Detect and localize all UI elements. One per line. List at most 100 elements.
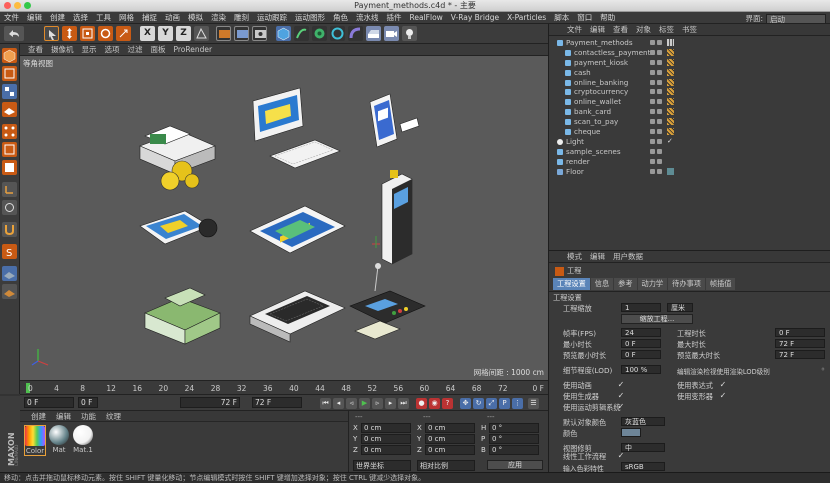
scale-value-field[interactable]: 1 [621,303,661,312]
input-profile-dropdown[interactable]: sRGB [621,462,665,471]
coord-size-field[interactable]: 0 cm [425,445,475,455]
attribute-menu-item[interactable]: 模式 [563,251,586,262]
menu-item[interactable]: 帮助 [596,12,619,23]
deformer-bend-icon[interactable] [348,26,363,41]
visibility-flags[interactable] [650,108,666,116]
timeline-ruler[interactable]: 0 F 0 4 8 12 16 20 24 28 32 36 40 44 48 52 56 60 64 68 72 [20,380,548,394]
visibility-flags[interactable] [650,128,666,136]
visibility-flags[interactable] [650,138,666,146]
z-axis-lock-icon[interactable]: Z [176,26,191,41]
xref-tag-icon[interactable] [667,78,674,86]
floor-environment-icon[interactable] [366,26,381,41]
autokey-icon[interactable]: ◉ [429,398,440,409]
menu-item[interactable]: 动画 [161,12,184,23]
enable-axis-icon[interactable] [2,182,17,197]
xref-tag-icon[interactable] [667,88,674,96]
menu-item[interactable]: 文件 [0,12,23,23]
coord-pos-field[interactable]: 0 cm [361,434,411,444]
object-tree-row[interactable]: payment_kiosk [549,58,830,68]
xref-tag-icon[interactable] [667,58,674,66]
menu-item[interactable]: 创建 [46,12,69,23]
viewport-menu-item[interactable]: 面板 [147,44,170,55]
step-forward-icon[interactable]: ▹ [372,398,383,409]
material-menu-item[interactable]: 纹理 [101,411,126,421]
menu-item[interactable]: RealFlow [406,13,447,22]
camera-icon[interactable] [384,26,399,41]
layout-dropdown[interactable]: 启动 [766,13,826,24]
lod-field[interactable]: 100 % [621,365,661,374]
menu-item[interactable]: 捕捉 [138,12,161,23]
texture-mode-icon[interactable] [2,84,17,99]
menu-item[interactable]: 插件 [383,12,406,23]
workplane-grid-icon[interactable] [2,266,17,281]
object-tree-row[interactable]: cheque [549,127,830,137]
attribute-menu-item[interactable]: 用户数据 [609,251,647,262]
material-swatch[interactable]: Mat [48,425,70,454]
menu-item[interactable]: 运动跟踪 [253,12,291,23]
object-menu-item[interactable]: 编辑 [586,24,609,35]
coord-pos-field[interactable]: 0 cm [361,445,411,455]
subdivision-surface-icon[interactable] [312,26,327,41]
attribute-tab[interactable]: 工程设置 [553,278,590,290]
coord-rot-field[interactable]: 0 ° [489,445,539,455]
color-swatch[interactable] [621,428,641,437]
menu-item[interactable]: 选择 [69,12,92,23]
key-pla-icon[interactable]: ⋮ [512,398,523,409]
render-settings-icon[interactable] [252,26,267,41]
coord-size-field[interactable]: 0 cm [425,434,475,444]
preview-min-field[interactable]: 0 F [621,350,661,359]
play-icon[interactable]: ▶ [359,398,370,409]
xref-tag-icon[interactable] [667,118,674,126]
coord-mode-dropdown[interactable]: 世界坐标 [353,460,411,471]
record-icon[interactable]: ● [416,398,427,409]
xref-tag-icon[interactable] [667,68,674,76]
edges-mode-icon[interactable] [2,142,17,157]
material-swatch[interactable]: Mat.1 [72,425,94,454]
menu-item[interactable]: 运动图形 [291,12,329,23]
key-rotation-icon[interactable]: ↻ [473,398,484,409]
key-scale-icon[interactable]: ⤢ [486,398,497,409]
attribute-menu-item[interactable]: 编辑 [586,251,609,262]
menu-item[interactable]: 脚本 [550,12,573,23]
scale-tool-icon[interactable] [80,26,95,41]
fps-field[interactable]: 24 [621,328,661,337]
layer-tag-icon[interactable] [667,39,674,46]
points-mode-icon[interactable] [2,124,17,139]
close-icon[interactable] [4,2,11,9]
visibility-flags[interactable] [650,148,666,156]
menu-item[interactable]: 网格 [115,12,138,23]
array-generator-icon[interactable] [330,26,345,41]
zoom-icon[interactable] [24,2,31,9]
material-swatch[interactable]: Color [24,425,46,456]
pen-spline-icon[interactable] [294,26,309,41]
object-menu-item[interactable]: 查看 [609,24,632,35]
menu-item[interactable]: 窗口 [573,12,596,23]
coordinate-system-icon[interactable] [194,26,209,41]
visibility-flags[interactable] [650,168,666,176]
goto-end-icon[interactable]: ⏭ [398,398,409,409]
cube-primitive-icon[interactable] [276,26,291,41]
render-picture-viewer-icon[interactable] [234,26,249,41]
object-tree-row[interactable]: Payment_methods [549,38,830,48]
menu-item[interactable]: 渲染 [207,12,230,23]
menu-item[interactable]: 雕刻 [230,12,253,23]
polygons-mode-icon[interactable] [2,160,17,175]
menu-item[interactable]: X-Particles [503,13,550,22]
menu-item[interactable]: 角色 [329,12,352,23]
check-tag-icon[interactable]: ✓ [667,137,674,145]
recent-tool-icon[interactable] [116,26,131,41]
tweak-mode-icon[interactable] [2,200,17,215]
viewport-3d[interactable]: 等角视图 网格间距: 1000 cm [20,56,548,380]
menu-item[interactable]: 流水线 [352,12,383,23]
viewport-menu-item[interactable]: 查看 [24,44,47,55]
make-editable-icon[interactable] [2,48,17,63]
coord-rot-field[interactable]: 0 ° [489,434,539,444]
workplane-mode-icon[interactable] [2,102,17,117]
light-bulb-icon[interactable] [402,26,417,41]
visibility-flags[interactable] [650,69,666,77]
locked-workplane-icon[interactable] [2,284,17,299]
x-axis-lock-icon[interactable]: X [140,26,155,41]
coord-pos-field[interactable]: 0 cm [361,423,411,433]
rotate-tool-icon[interactable] [98,26,113,41]
attribute-tab[interactable]: 信息 [590,278,614,290]
